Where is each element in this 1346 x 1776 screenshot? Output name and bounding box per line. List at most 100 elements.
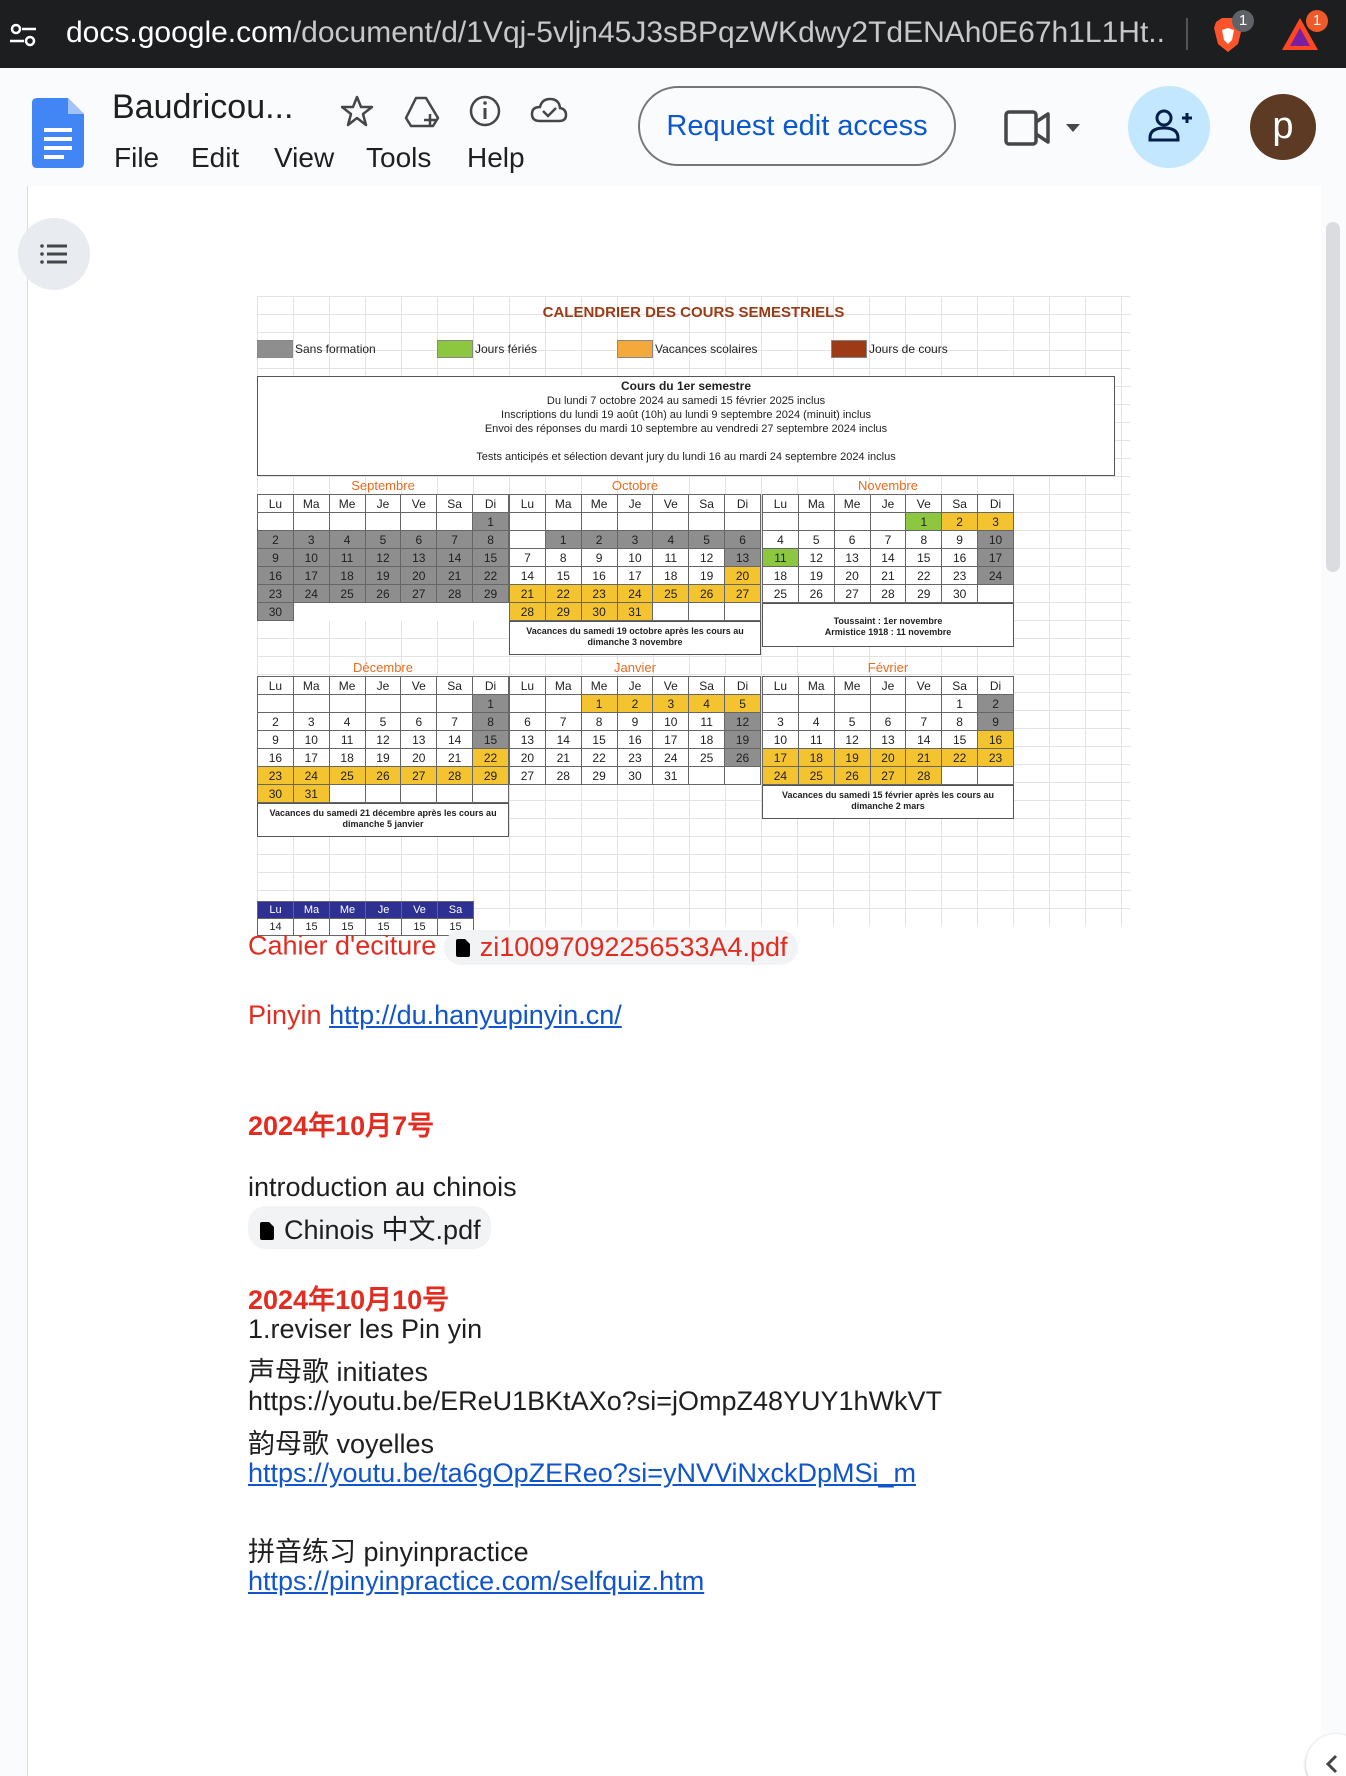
day-cell: 23 bbox=[616, 748, 654, 767]
menu-help[interactable]: Help bbox=[467, 142, 525, 174]
day-cell: 14 bbox=[436, 548, 474, 567]
day-header: Je bbox=[616, 676, 654, 695]
pinyin-link[interactable]: http://du.hanyupinyin.cn/ bbox=[329, 1000, 622, 1030]
text-line: 拼音练习 pinyinpractice bbox=[248, 1537, 529, 1567]
document-title[interactable]: Baudricou... bbox=[112, 88, 293, 127]
day-cell bbox=[688, 766, 726, 785]
month-table: Lu Ma Me Je Ve Sa Di 1 2 3 4 5 6 7 8 9 10 11 12 13 14 15 16 17 1… bbox=[509, 494, 761, 621]
legend-item: Vacances scolaires bbox=[617, 340, 758, 358]
legend-item: Sans formation bbox=[257, 340, 376, 358]
week-header: Ve bbox=[401, 901, 438, 919]
pinyinpractice-link[interactable]: https://pinyinpractice.com/selfquiz.htm bbox=[248, 1566, 704, 1597]
month-block: Janvier Lu Ma Me Je Ve Sa Di 1 2 3 4 5 6 7 8 9 10 11 12 13 14… bbox=[509, 660, 761, 785]
menu-file[interactable]: File bbox=[114, 142, 159, 174]
month-block: Septembre Lu Ma Me Je Ve Sa Di 1 2 3 4 5 6 7 8 9 10 11 12 13… bbox=[257, 478, 509, 621]
list-icon bbox=[40, 244, 67, 264]
day-header: Ma bbox=[544, 494, 582, 513]
day-cell: 23 bbox=[977, 748, 1014, 767]
url-host: docs.google.com bbox=[66, 16, 293, 49]
day-cell bbox=[724, 602, 761, 621]
star-icon[interactable] bbox=[340, 94, 376, 130]
day-header: Lu bbox=[257, 676, 294, 695]
day-cell bbox=[436, 512, 474, 531]
day-cell bbox=[436, 694, 474, 713]
share-button[interactable] bbox=[1128, 86, 1210, 168]
day-cell: 17 bbox=[652, 730, 690, 749]
day-cell: 13 bbox=[869, 730, 907, 749]
day-cell: 27 bbox=[400, 584, 438, 603]
month-name: Septembre bbox=[351, 478, 415, 493]
day-cell bbox=[724, 512, 761, 531]
day-cell bbox=[941, 766, 979, 785]
document-info-icon[interactable] bbox=[468, 94, 504, 130]
day-cell: 27 bbox=[509, 766, 546, 785]
day-cell: 13 bbox=[724, 548, 761, 567]
day-header: Lu bbox=[509, 494, 546, 513]
day-cell: 5 bbox=[797, 530, 835, 549]
month-table: Lu Ma Me Je Ve Sa Di 1 2 3 4 5 6 7 8 9 10 11 12 13 14 15 16 17 1… bbox=[762, 676, 1014, 785]
day-cell: 13 bbox=[400, 548, 438, 567]
day-cell bbox=[833, 694, 871, 713]
legend-item: Jours fériés bbox=[437, 340, 537, 358]
menu-view[interactable]: View bbox=[274, 142, 334, 174]
day-cell: 9 bbox=[257, 730, 294, 749]
move-to-drive-icon[interactable] bbox=[404, 94, 440, 130]
day-cell: 13 bbox=[509, 730, 546, 749]
text-line: https://youtu.be/EReU1BKtAXo?si=jOmpZ48Y… bbox=[248, 1386, 943, 1416]
menu-edit[interactable]: Edit bbox=[191, 142, 239, 174]
document-outline-button[interactable] bbox=[18, 218, 90, 290]
day-cell bbox=[544, 512, 582, 531]
request-edit-access-button[interactable]: Request edit access bbox=[638, 86, 956, 166]
day-cell: 16 bbox=[257, 566, 294, 585]
meet-button[interactable] bbox=[1004, 108, 1084, 148]
week-header: Je bbox=[365, 901, 402, 919]
day-cell: 22 bbox=[544, 584, 582, 603]
day-cell: 7 bbox=[436, 712, 474, 731]
day-cell: 31 bbox=[292, 784, 330, 803]
day-cell bbox=[688, 512, 726, 531]
month-block: Décembre Lu Ma Me Je Ve Sa Di 1 2 3 4 5 6 7 8 9 10 11 12 13 1… bbox=[257, 660, 509, 837]
day-cell: 29 bbox=[472, 584, 509, 603]
google-docs-logo-icon[interactable] bbox=[32, 98, 84, 168]
url-field[interactable]: docs.google.com/document/d/1Vqj-5vljn45J… bbox=[66, 16, 1166, 50]
chinois-file-chip[interactable]: Chinois 中文.pdf bbox=[248, 1206, 491, 1249]
day-cell: 4 bbox=[652, 530, 690, 549]
day-cell: 12 bbox=[833, 730, 871, 749]
day-cell: 17 bbox=[292, 566, 330, 585]
day-cell: 26 bbox=[364, 766, 402, 785]
day-header: Di bbox=[472, 494, 509, 513]
day-cell bbox=[616, 512, 654, 531]
document-page[interactable]: CALENDRIER DES COURS SEMESTRIELS Sans fo… bbox=[27, 186, 1321, 1776]
day-header: Ma bbox=[797, 494, 835, 513]
day-cell: 5 bbox=[364, 530, 402, 549]
day-cell: 4 bbox=[797, 712, 835, 731]
brave-rewards-button[interactable]: 1 bbox=[1278, 10, 1328, 54]
brave-shields-button[interactable]: 1 bbox=[1208, 10, 1254, 54]
day-cell: 1 bbox=[472, 512, 509, 531]
day-cell: 3 bbox=[652, 694, 690, 713]
cloud-saved-icon[interactable] bbox=[530, 94, 568, 130]
menu-tools[interactable]: Tools bbox=[366, 142, 431, 174]
day-cell: 24 bbox=[977, 566, 1014, 585]
day-cell: 21 bbox=[436, 566, 474, 585]
day-cell bbox=[329, 603, 365, 621]
day-header: Je bbox=[616, 494, 654, 513]
day-cell: 8 bbox=[472, 712, 509, 731]
day-cell: 8 bbox=[905, 530, 943, 549]
day-cell: 25 bbox=[762, 584, 799, 603]
day-cell: 28 bbox=[509, 602, 546, 621]
day-cell: 11 bbox=[328, 548, 366, 567]
file-icon bbox=[260, 1222, 274, 1240]
side-panel-toggle-button[interactable] bbox=[1306, 1734, 1346, 1776]
day-cell bbox=[762, 694, 799, 713]
site-settings-icon[interactable] bbox=[8, 20, 38, 50]
vertical-scrollbar[interactable] bbox=[1326, 222, 1340, 572]
day-cell: 18 bbox=[762, 566, 799, 585]
month-note: Vacances du samedi 19 octobre après les … bbox=[509, 621, 761, 655]
cahier-file-chip[interactable]: zi10097092256533A4.pdf bbox=[443, 930, 798, 965]
month-block: Novembre Lu Ma Me Je Ve Sa Di 1 2 3 4 5 6 7 8 9 10 11 12 13 1… bbox=[762, 478, 1014, 647]
account-avatar[interactable]: p bbox=[1250, 94, 1316, 160]
day-cell: 3 bbox=[292, 712, 330, 731]
day-cell: 4 bbox=[762, 530, 799, 549]
youtube-link[interactable]: https://youtu.be/ta6gOpZEReo?si=yNVViNxc… bbox=[248, 1458, 916, 1489]
